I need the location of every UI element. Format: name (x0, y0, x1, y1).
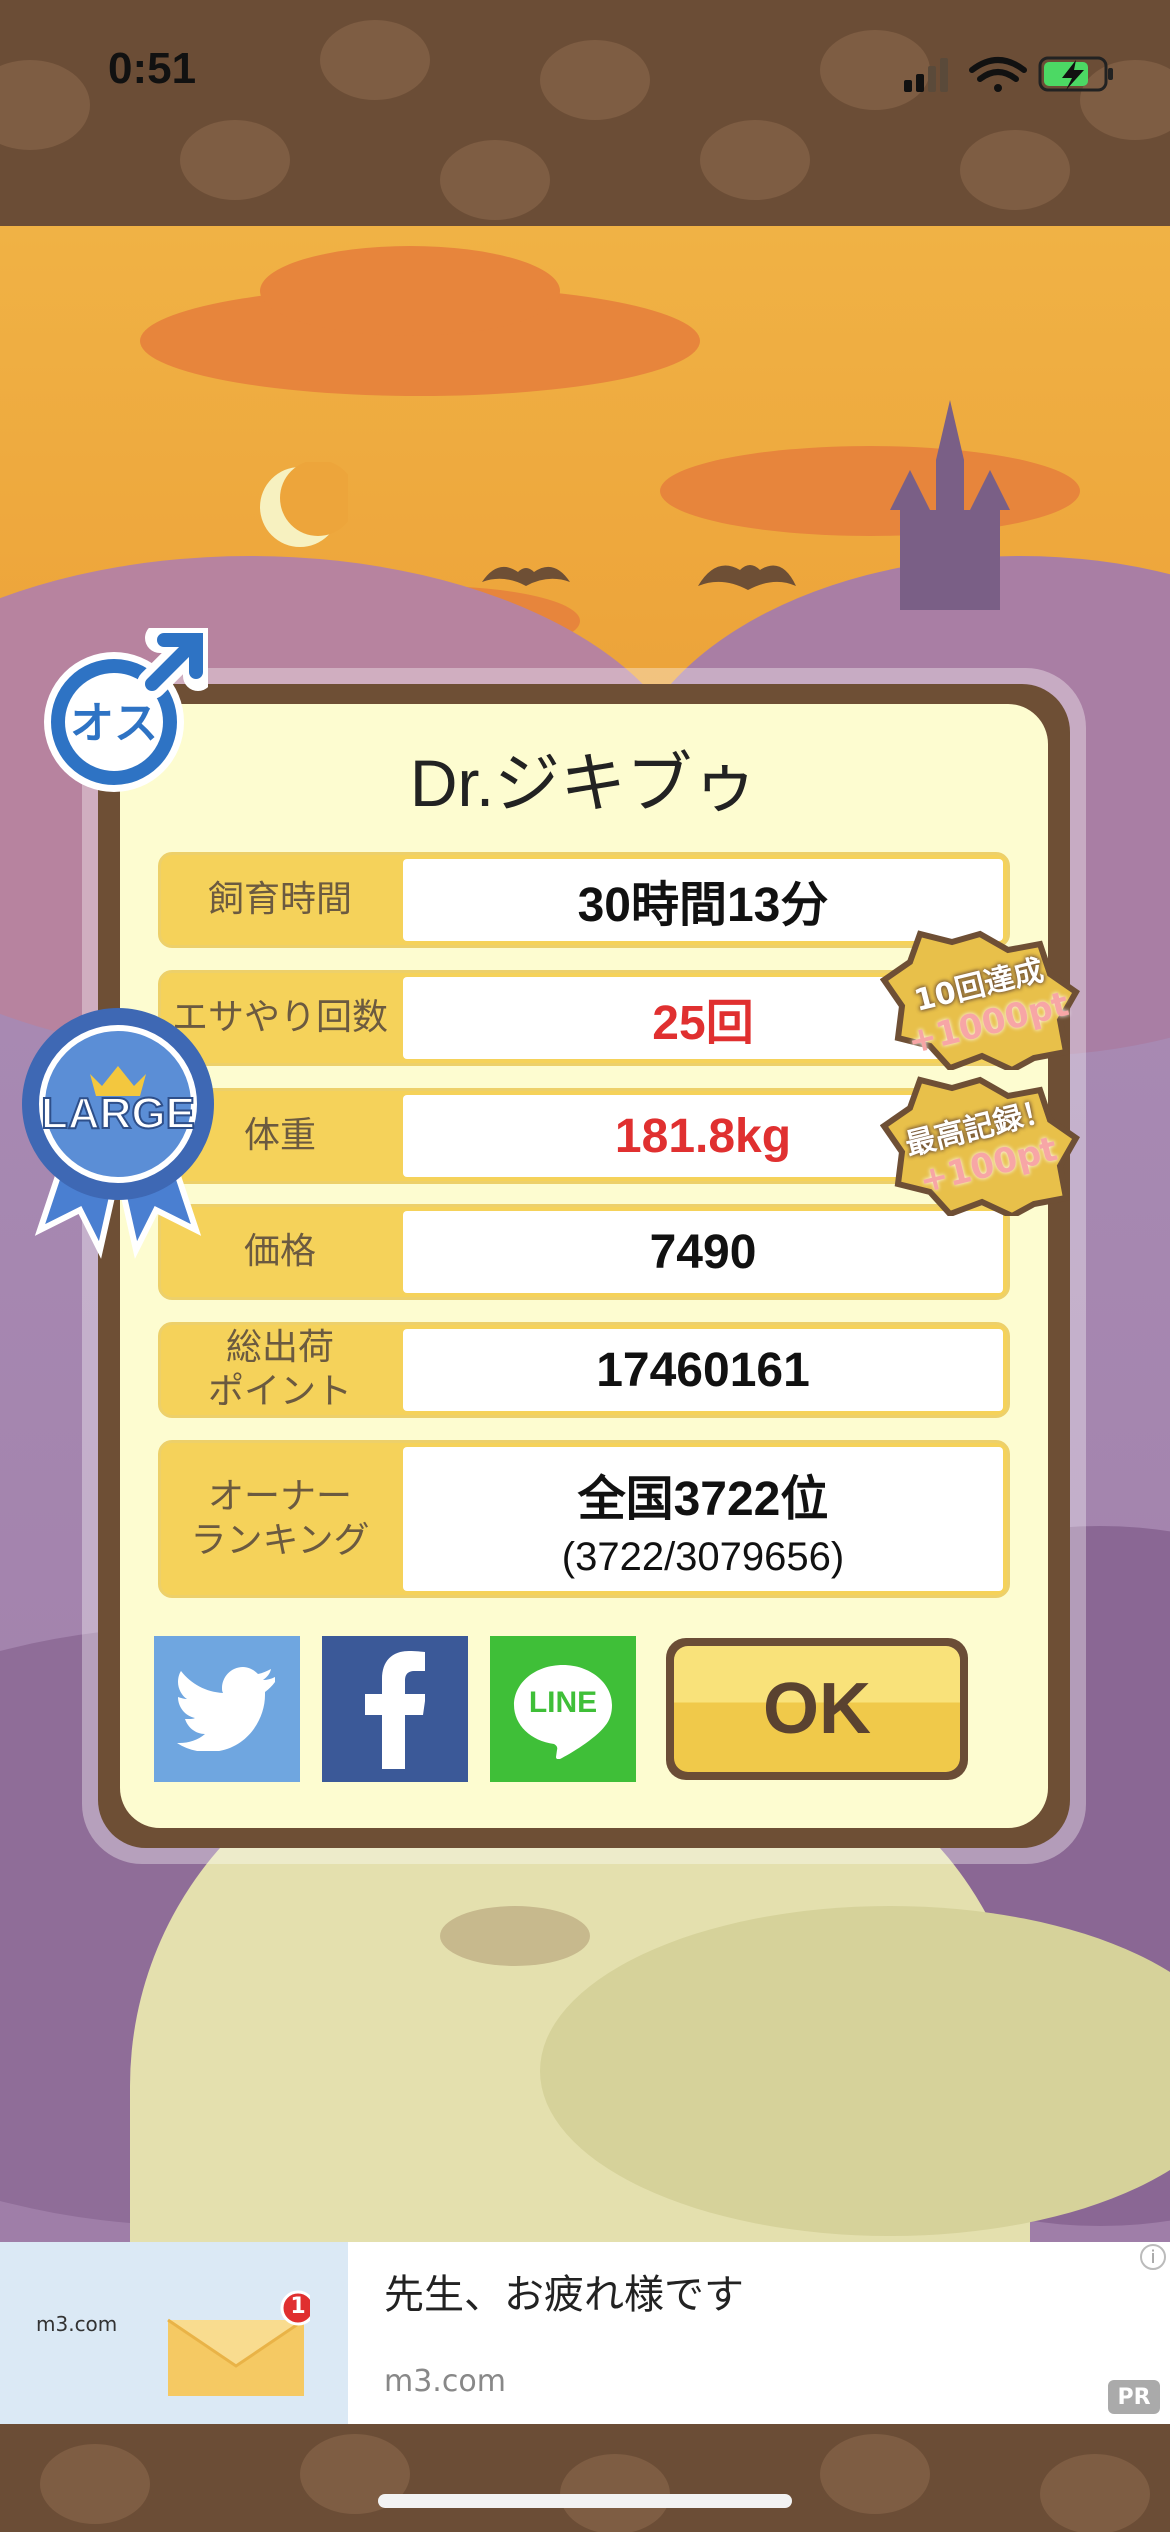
ok-button[interactable]: OK (674, 1646, 960, 1772)
wifi-icon (969, 57, 1027, 92)
status-time: 0:51 (108, 44, 197, 93)
stat-value: 7490 (403, 1211, 1003, 1293)
cellular-signal-icon (904, 58, 948, 92)
status-bar (0, 0, 1170, 226)
twitter-share-button[interactable] (154, 1636, 300, 1782)
ranking-value: 全国3722位 (577, 1472, 829, 1526)
home-indicator[interactable] (378, 2494, 792, 2508)
facebook-share-button[interactable] (322, 1636, 468, 1782)
ad-brand: m3.com (36, 2312, 118, 2336)
large-ribbon-icon: LARGE (22, 1008, 214, 1259)
ad-title[interactable]: 先生、お疲れ様です (384, 2262, 744, 2320)
ad-info-icon[interactable]: i (1140, 2244, 1166, 2270)
stat-label: 飼育時間 (207, 879, 352, 920)
twitter-bird-icon (177, 1667, 275, 1751)
line-share-button[interactable]: LINE (490, 1636, 636, 1782)
stat-label: 総出荷 ポイント (207, 1327, 352, 1412)
achievement-medals: 10回達成 +1000pt 最高記録！ +100pt (880, 930, 1080, 1220)
bottom-background (0, 2424, 1170, 2532)
stat-value: 30時間13分 (403, 859, 1003, 941)
male-gender-icon: オス (44, 628, 208, 792)
stat-row-owner-ranking: オーナー ランキング 全国3722位 (3722/3079656) (158, 1440, 1010, 1598)
bat-icon (482, 565, 796, 590)
stat-row-shipping-points: 総出荷 ポイント 17460161 (158, 1322, 1010, 1418)
stat-value: 全国3722位 (3722/3079656) (403, 1447, 1003, 1591)
status-icons (904, 56, 1113, 92)
ranking-detail: (3722/3079656) (561, 1534, 845, 1579)
battery-charging-icon (1038, 56, 1113, 92)
line-label: LINE (528, 1686, 598, 1719)
size-label: LARGE (41, 1089, 195, 1138)
moon-icon (260, 462, 348, 547)
facebook-f-icon (365, 1651, 425, 1769)
pet-name: Dr.ジキブゥ (409, 746, 759, 820)
gender-label: オス (70, 698, 158, 749)
stat-label: オーナー ランキング (190, 1476, 370, 1561)
notification-count: 1 (290, 2294, 306, 2319)
stat-value: 17460161 (403, 1329, 1003, 1411)
ad-pr-badge: PR (1108, 2380, 1160, 2414)
ad-domain: m3.com (384, 2364, 506, 2399)
castle-icon (890, 400, 1010, 610)
ad-image[interactable]: m3.com 1 (0, 2242, 348, 2424)
